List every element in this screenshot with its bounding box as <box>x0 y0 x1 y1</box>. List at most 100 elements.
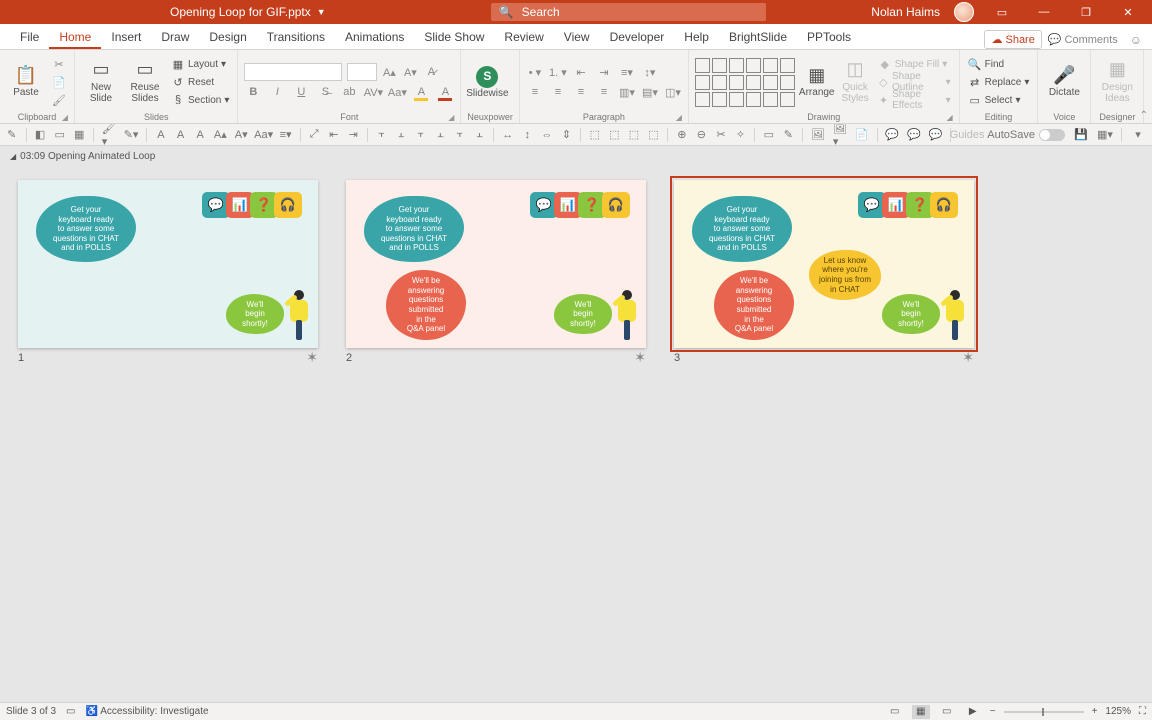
sorter-view-button[interactable]: ▦ <box>912 705 930 719</box>
tab-insert[interactable]: Insert <box>101 25 151 49</box>
qat-item[interactable]: 💬 <box>907 127 921 143</box>
language-button[interactable]: ▭ <box>66 706 75 717</box>
qat-item[interactable]: ⫟ <box>415 127 427 143</box>
qat-item[interactable]: ✎▾ <box>124 127 139 143</box>
qat-item[interactable]: A <box>194 127 206 143</box>
find-button[interactable]: 🔍Find <box>966 55 1032 73</box>
user-avatar-icon[interactable] <box>954 2 974 22</box>
qat-item[interactable]: ⇤ <box>328 127 340 143</box>
qat-item[interactable]: ⇕ <box>561 127 573 143</box>
tab-review[interactable]: Review <box>494 25 553 49</box>
paste-button[interactable]: 📋 Paste <box>6 54 46 110</box>
qat-item[interactable]: ⫠ <box>395 127 407 143</box>
qat-item[interactable]: ✧ <box>735 127 747 143</box>
qat-item[interactable]: ✂ <box>715 127 727 143</box>
restore-button[interactable]: ❐ <box>1072 0 1100 24</box>
share-button[interactable]: ☁ Share <box>984 30 1041 49</box>
decrease-indent-button[interactable]: ⇤ <box>572 63 590 81</box>
ribbon-display-button[interactable]: ▭ <box>988 0 1016 24</box>
smartart-button[interactable]: ◫▾ <box>664 83 682 101</box>
qat-item[interactable]: ⇥ <box>347 127 359 143</box>
fit-to-window-button[interactable]: ⛶ <box>1139 706 1146 717</box>
search-box[interactable]: 🔍 Search <box>491 3 766 21</box>
qat-item[interactable]: ⬚ <box>609 127 621 143</box>
qat-item[interactable]: 💬 <box>885 127 899 143</box>
qat-item[interactable]: ⬚ <box>589 127 601 143</box>
clipboard-dialog-launcher[interactable]: ◢ <box>62 113 68 122</box>
document-title[interactable]: Opening Loop for GIF.pptx ▼ <box>170 5 326 19</box>
qat-item[interactable]: ⇔ <box>541 127 553 143</box>
user-name[interactable]: Nolan Haims <box>871 5 940 19</box>
zoom-level[interactable]: 125% <box>1105 706 1131 717</box>
strike-button[interactable]: S̶ <box>316 83 334 101</box>
tab-file[interactable]: File <box>10 25 49 49</box>
qat-item[interactable]: ▦ <box>73 127 85 143</box>
qat-item[interactable]: ◧ <box>34 127 46 143</box>
normal-view-button[interactable]: ▭ <box>886 705 904 719</box>
drawing-dialog-launcher[interactable]: ◢ <box>946 113 952 122</box>
tab-slideshow[interactable]: Slide Show <box>414 25 494 49</box>
layout-button[interactable]: ▦Layout ▾ <box>169 55 231 73</box>
shapes-gallery[interactable] <box>695 58 795 107</box>
slidewise-button[interactable]: SSlidewise <box>467 54 507 110</box>
change-case-button[interactable]: Aa▾ <box>388 83 406 101</box>
font-color-button[interactable]: A <box>436 83 454 101</box>
select-button[interactable]: ▭Select ▾ <box>966 91 1032 109</box>
qat-item[interactable]: ≡▾ <box>280 127 292 143</box>
qat-item[interactable]: A <box>175 127 187 143</box>
font-size-input[interactable] <box>347 63 377 81</box>
zoom-in-button[interactable]: + <box>1092 706 1098 717</box>
font-dialog-launcher[interactable]: ◢ <box>448 113 454 122</box>
qat-item[interactable]: 🖌▾ <box>102 127 116 143</box>
zoom-out-button[interactable]: − <box>990 706 996 717</box>
zoom-slider[interactable] <box>1004 711 1084 713</box>
char-spacing-button[interactable]: AV▾ <box>364 83 382 101</box>
qat-item[interactable]: 💬 <box>929 127 943 143</box>
tab-pptools[interactable]: PPTools <box>797 25 861 49</box>
slideshow-view-button[interactable]: ▶ <box>964 705 982 719</box>
qat-item[interactable]: ⬚ <box>648 127 660 143</box>
paragraph-dialog-launcher[interactable]: ◢ <box>676 113 682 122</box>
qat-item[interactable]: ⫟ <box>376 127 388 143</box>
justify-button[interactable]: ≡ <box>595 83 613 101</box>
decrease-font-button[interactable]: A▾ <box>401 63 419 81</box>
qat-item[interactable]: ↔ <box>502 127 514 143</box>
slide-count[interactable]: Slide 3 of 3 <box>6 706 56 717</box>
qat-save-button[interactable]: 💾 <box>1073 127 1089 143</box>
section-header[interactable]: ◢ 03:09 Opening Animated Loop <box>0 146 1152 166</box>
qat-guides[interactable]: Guides <box>959 127 975 143</box>
qat-more-button[interactable]: ▦▾ <box>1097 127 1113 143</box>
qat-item[interactable]: ↕ <box>522 127 534 143</box>
italic-button[interactable]: I <box>268 83 286 101</box>
minimize-button[interactable]: — <box>1030 0 1058 24</box>
align-center-button[interactable]: ≡ <box>549 83 567 101</box>
qat-item[interactable]: ✎ <box>783 127 795 143</box>
slide-thumbnail-3[interactable]: Get your keyboard ready to answer some q… <box>674 180 974 364</box>
qat-dropdown[interactable]: ▾ <box>1130 127 1146 143</box>
tab-draw[interactable]: Draw <box>151 25 199 49</box>
tab-transitions[interactable]: Transitions <box>257 25 335 49</box>
align-right-button[interactable]: ≡ <box>572 83 590 101</box>
shadow-button[interactable]: ab <box>340 83 358 101</box>
qat-item[interactable]: A▴ <box>214 127 227 143</box>
qat-item[interactable]: ⊖ <box>696 127 708 143</box>
qat-item[interactable]: 🖼▾ <box>833 127 847 143</box>
underline-button[interactable]: U <box>292 83 310 101</box>
autosave-toggle[interactable]: AutoSave <box>987 129 1065 141</box>
slide-thumbnail-2[interactable]: Get your keyboard ready to answer some q… <box>346 180 646 364</box>
tab-animations[interactable]: Animations <box>335 25 414 49</box>
reuse-slides-button[interactable]: ▭Reuse Slides <box>125 54 165 110</box>
qat-item[interactable]: ⫠ <box>474 127 486 143</box>
columns-button[interactable]: ▥▾ <box>618 83 636 101</box>
tab-developer[interactable]: Developer <box>600 25 675 49</box>
replace-button[interactable]: ⇄Replace ▾ <box>966 73 1032 91</box>
qat-item[interactable]: ⫟ <box>454 127 466 143</box>
doc-title-dropdown-icon[interactable]: ▼ <box>317 7 326 17</box>
dictate-button[interactable]: 🎤Dictate <box>1044 54 1084 110</box>
tab-brightslide[interactable]: BrightSlide <box>719 25 797 49</box>
tab-help[interactable]: Help <box>674 25 719 49</box>
bullets-button[interactable]: • ▾ <box>526 63 544 81</box>
qat-item[interactable]: A▾ <box>235 127 248 143</box>
comments-button[interactable]: 💬 Comments <box>1048 33 1118 46</box>
highlight-button[interactable]: A <box>412 83 430 101</box>
